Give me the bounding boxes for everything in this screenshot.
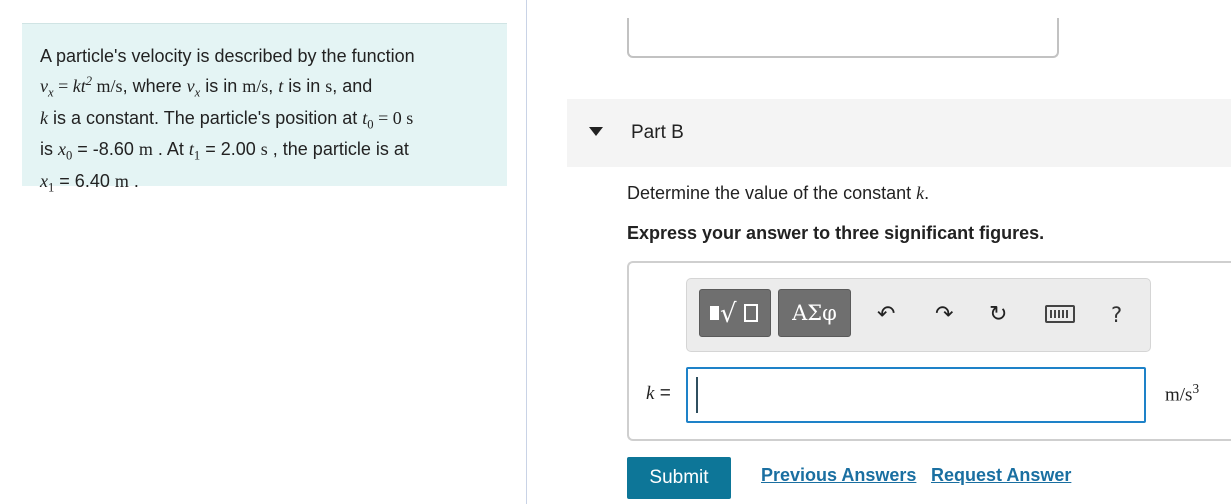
unit-s: s — [260, 139, 268, 160]
keyboard-keys — [1050, 310, 1070, 318]
previous-answers-link[interactable]: Previous Answers — [761, 465, 916, 486]
vx-symbol: vx — [186, 76, 201, 100]
sqrt-icon: √ — [720, 299, 737, 329]
request-answer-link[interactable]: Request Answer — [931, 465, 1071, 486]
t1-value: = 2.00 — [200, 139, 261, 160]
equals: = — [53, 76, 73, 96]
problem-text: . — [128, 170, 139, 191]
part-title: Part B — [631, 122, 684, 143]
problem-text: , — [268, 76, 279, 96]
unit-exponent: 3 — [1192, 381, 1200, 396]
problem-text: is in — [200, 76, 243, 96]
vx-var: v — [186, 76, 195, 96]
greek-symbols-button[interactable]: ΑΣφ — [778, 289, 851, 337]
reset-icon[interactable]: ↻ — [989, 300, 1007, 330]
answer-unit: m/s3 — [1165, 381, 1199, 406]
problem-text: is — [40, 139, 58, 160]
problem-line-5: x1 = 6.40 m . — [40, 169, 489, 201]
answer-variable-label: k = — [646, 383, 671, 405]
column-divider — [526, 0, 527, 504]
problem-text: . At — [152, 139, 189, 160]
unit-ms: m/s — [242, 76, 269, 96]
template-block-icon — [710, 306, 719, 320]
x1-value: = 6.40 — [54, 170, 115, 191]
x0-value: = -8.60 — [72, 139, 139, 160]
question-end: . — [924, 183, 930, 203]
unit-base: m/s — [1165, 384, 1193, 406]
problem-text: , where — [122, 76, 187, 96]
math-toolbar: √ ΑΣφ ↶ ↷ ↻ ? — [686, 278, 1151, 352]
help-icon[interactable]: ? — [1111, 300, 1122, 330]
kt-term: kt — [72, 76, 86, 96]
unit-m: m — [114, 170, 129, 191]
problem-line-1: A particle's velocity is described by th… — [40, 44, 489, 69]
t0-value: = 0 s — [373, 107, 414, 128]
part-b-header[interactable]: Part B — [567, 99, 1231, 167]
submit-button[interactable]: Submit — [627, 457, 731, 499]
problem-text: is in — [283, 76, 326, 96]
problem-line-3: k is a constant. The particle's position… — [40, 106, 489, 138]
text-caret — [696, 377, 698, 413]
template-box-icon — [744, 304, 758, 322]
problem-line-4: is x0 = -8.60 m . At t1 = 2.00 s , the p… — [40, 137, 489, 169]
redo-icon[interactable]: ↷ — [935, 300, 953, 330]
vx-symbol: vx — [40, 76, 54, 100]
question-var-k: k — [916, 183, 925, 203]
keyboard-icon[interactable] — [1045, 305, 1075, 323]
kt2: kt2 — [72, 74, 92, 96]
velocity-units: m/s — [92, 76, 123, 96]
problem-statement: A particle's velocity is described by th… — [22, 23, 507, 194]
problem-line-2: vx = kt2 m/s, where vx is in m/s, t is i… — [40, 69, 489, 106]
question-body: Determine the value of the constant — [627, 183, 917, 203]
x0-var: x — [58, 139, 66, 160]
previous-part-card — [627, 18, 1059, 58]
vx-var: v — [40, 76, 48, 96]
undo-icon[interactable]: ↶ — [877, 300, 895, 330]
answer-input[interactable] — [686, 367, 1146, 423]
answer-equals: = — [654, 383, 671, 404]
instruction-text: Express your answer to three significant… — [627, 223, 1045, 243]
problem-text: , the particle is at — [267, 139, 409, 160]
collapse-triangle-icon[interactable] — [589, 127, 603, 136]
templates-button[interactable]: √ — [699, 289, 771, 337]
k-var: k — [40, 107, 48, 128]
x1-var: x — [40, 170, 48, 191]
unit-m: m — [138, 139, 153, 160]
question-text: Determine the value of the constant k. — [627, 183, 929, 204]
problem-text: is a constant. The particle's position a… — [48, 107, 363, 128]
problem-text: , and — [332, 76, 373, 96]
problem-text: A particle's velocity is described by th… — [40, 46, 415, 66]
